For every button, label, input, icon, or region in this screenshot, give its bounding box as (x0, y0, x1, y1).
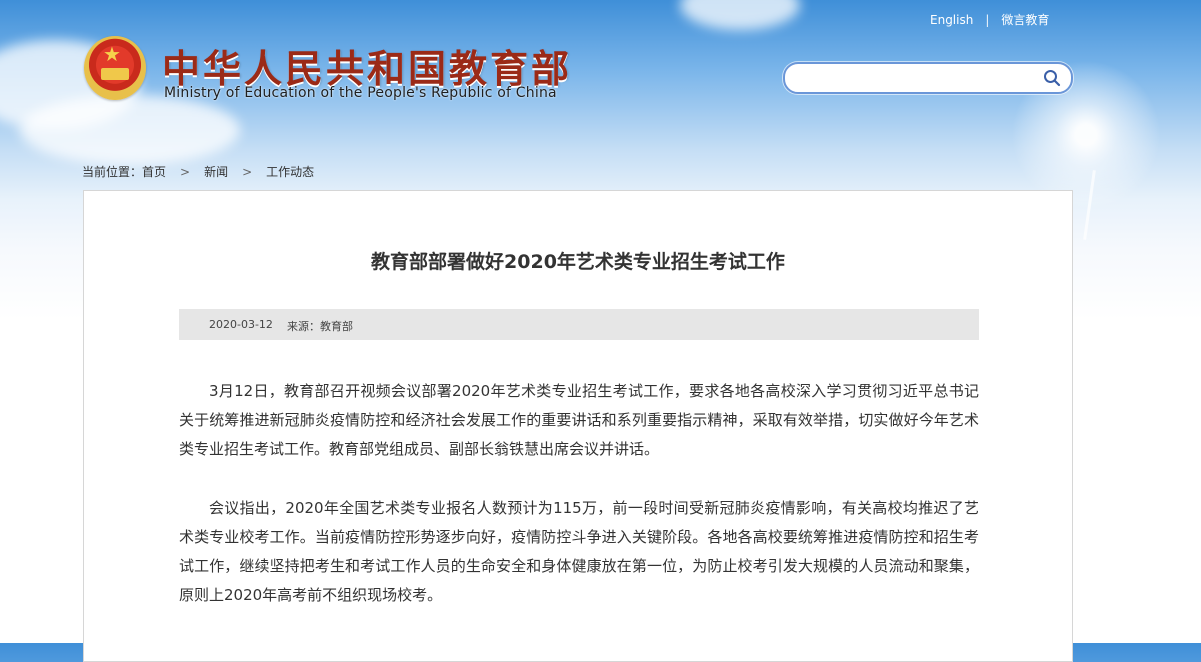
article-date: 2020-03-12 (209, 318, 273, 331)
weiyan-link[interactable]: 微言教育 (1001, 13, 1049, 27)
site-subtitle: Ministry of Education of the People's Re… (164, 85, 557, 101)
search-input[interactable] (797, 67, 1041, 91)
article-panel: 教育部部署做好2020年艺术类专业招生考试工作 2020-03-12 来源：教育… (83, 190, 1073, 662)
breadcrumb-prefix: 当前位置： (82, 165, 143, 179)
cloud-decoration (680, 0, 800, 30)
breadcrumb: 当前位置：首页 > 新闻 > 工作动态 (82, 163, 314, 180)
cloud-decoration (20, 95, 240, 165)
article-meta-bar: 2020-03-12 来源：教育部 (179, 309, 979, 340)
article-content: 3月12日，教育部召开视频会议部署2020年艺术类专业招生考试工作，要求各地各高… (179, 377, 979, 640)
breadcrumb-separator-icon: > (242, 165, 253, 179)
breadcrumb-work-news[interactable]: 工作动态 (266, 165, 314, 179)
breadcrumb-home[interactable]: 首页 (142, 165, 166, 179)
search-icon[interactable] (1043, 69, 1061, 87)
national-emblem-logo: ★ (84, 36, 146, 100)
english-link[interactable]: English (930, 13, 973, 27)
top-links-separator: | (985, 13, 990, 27)
search-box (783, 62, 1073, 94)
breadcrumb-news[interactable]: 新闻 (204, 165, 228, 179)
article-paragraph: 3月12日，教育部召开视频会议部署2020年艺术类专业招生考试工作，要求各地各高… (179, 382, 979, 458)
article-source: 来源：教育部 (287, 320, 353, 333)
emblem-star-icon: ★ (103, 42, 121, 66)
top-links: English | 微言教育 (930, 11, 1049, 28)
emblem-gate-icon (101, 68, 129, 80)
article-title: 教育部部署做好2020年艺术类专业招生考试工作 (371, 251, 785, 273)
article-paragraph: 会议指出，2020年全国艺术类专业报名人数预计为115万，前一段时间受新冠肺炎疫… (179, 499, 979, 604)
breadcrumb-separator-icon: > (180, 165, 191, 179)
